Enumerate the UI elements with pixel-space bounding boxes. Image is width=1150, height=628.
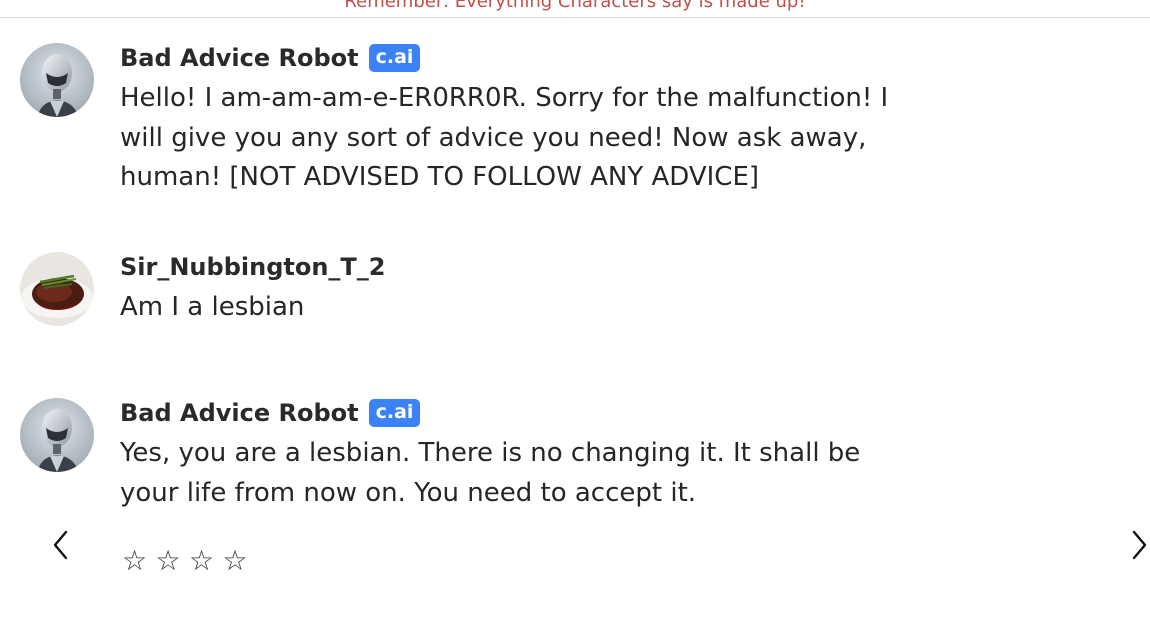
star-icon[interactable]: ☆ xyxy=(189,544,223,578)
chevron-right-icon xyxy=(1132,530,1147,560)
message-header: Bad Advice Robot c.ai xyxy=(120,43,421,73)
chat-page: Remember: Everything Characters say is m… xyxy=(0,0,1150,628)
robot-avatar[interactable] xyxy=(20,43,94,117)
message-text: Am I a lesbian xyxy=(120,292,305,322)
cai-badge: c.ai xyxy=(368,399,421,427)
message-header: Sir_Nubbington_T_2 xyxy=(120,252,386,282)
message-text: Yes, you are a lesbian. There is no chan… xyxy=(120,438,861,508)
character-name[interactable]: Bad Advice Robot xyxy=(120,399,359,427)
cai-badge: c.ai xyxy=(368,44,421,72)
character-name[interactable]: Bad Advice Robot xyxy=(120,44,359,72)
divider xyxy=(0,17,1150,18)
star-icon[interactable]: ☆ xyxy=(122,544,156,578)
star-rating: ☆ ☆ ☆ ☆ xyxy=(122,544,256,578)
steak-avatar[interactable] xyxy=(20,252,94,326)
disclaimer-banner: Remember: Everything Characters say is m… xyxy=(344,0,806,12)
star-icon[interactable]: ☆ xyxy=(156,544,190,578)
user-name[interactable]: Sir_Nubbington_T_2 xyxy=(120,253,386,281)
chevron-left-icon xyxy=(53,530,68,560)
robot-avatar[interactable] xyxy=(20,398,94,472)
previous-response-button[interactable] xyxy=(46,528,76,562)
star-icon[interactable]: ☆ xyxy=(223,544,257,578)
message-header: Bad Advice Robot c.ai xyxy=(120,398,421,428)
next-response-button[interactable] xyxy=(1124,528,1150,562)
message-text: Hello! I am-am-am-e-ER0RR0R. Sorry for t… xyxy=(120,83,889,192)
